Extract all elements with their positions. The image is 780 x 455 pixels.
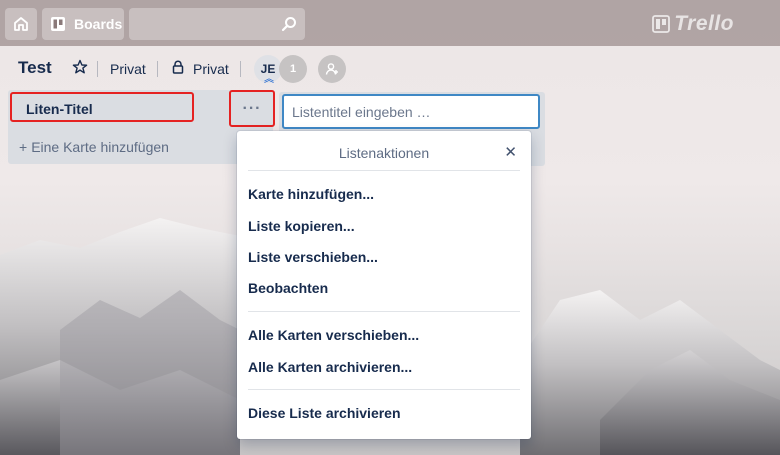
boards-button[interactable]: Boards [42, 8, 124, 40]
popover-divider [248, 170, 520, 171]
popover-divider [248, 311, 520, 312]
add-user-icon [325, 63, 338, 75]
lock-icon [172, 60, 184, 74]
team-visibility-button[interactable]: Privat [110, 61, 146, 77]
list-column: Liten-Titel ··· + Eine Karte hinzufügen [8, 90, 275, 164]
invite-member-button[interactable] [318, 55, 346, 83]
more-icon: ··· [242, 99, 262, 117]
star-icon[interactable] [72, 59, 88, 75]
menu-item-archive-list[interactable]: Diese Liste archivieren [248, 405, 401, 421]
list-title-input[interactable] [282, 94, 540, 129]
board-header: Test Privat Privat JE ︽ 1 [0, 52, 780, 86]
header-divider [97, 61, 98, 77]
boards-label: Boards [74, 16, 123, 32]
header-divider [240, 61, 241, 77]
member-count-badge[interactable]: 1 [279, 55, 307, 83]
add-card-label: Eine Karte hinzufügen [31, 139, 169, 155]
list-title[interactable]: Liten-Titel [26, 101, 93, 117]
search-icon [281, 17, 296, 32]
menu-item-move-list[interactable]: Liste verschieben... [248, 249, 378, 265]
popover-divider [248, 389, 520, 390]
close-icon[interactable]: ✕ [504, 143, 517, 161]
boards-icon [51, 17, 65, 31]
list-menu-button[interactable]: ··· [229, 90, 275, 127]
home-icon [14, 17, 28, 31]
list-actions-popover: Listenaktionen ✕ Karte hinzufügen... Lis… [237, 131, 531, 439]
popover-title: Listenaktionen [338, 145, 430, 161]
menu-item-watch[interactable]: Beobachten [248, 280, 328, 296]
top-navigation-bar: Boards Trello [0, 0, 780, 46]
menu-item-archive-all-cards[interactable]: Alle Karten archivieren... [248, 359, 412, 375]
home-button[interactable] [5, 8, 37, 40]
menu-item-move-all-cards[interactable]: Alle Karten verschieben... [248, 327, 419, 343]
member-count: 1 [289, 63, 297, 75]
add-card-button[interactable]: + Eine Karte hinzufügen [19, 139, 169, 155]
list-title-highlight[interactable]: Liten-Titel [10, 92, 194, 122]
trello-logo[interactable]: Trello [652, 12, 734, 36]
plus-icon: + [19, 139, 28, 155]
header-divider [157, 61, 158, 77]
menu-item-copy-list[interactable]: Liste kopieren... [248, 218, 355, 234]
search-input[interactable] [129, 8, 305, 40]
trello-logo-icon [652, 15, 671, 33]
board-title[interactable]: Test [18, 58, 52, 78]
privacy-button[interactable]: Privat [193, 61, 229, 77]
admin-chevron-icon: ︽ [264, 74, 274, 85]
trello-logo-text: Trello [674, 12, 734, 35]
menu-item-add-card[interactable]: Karte hinzufügen... [248, 186, 374, 202]
